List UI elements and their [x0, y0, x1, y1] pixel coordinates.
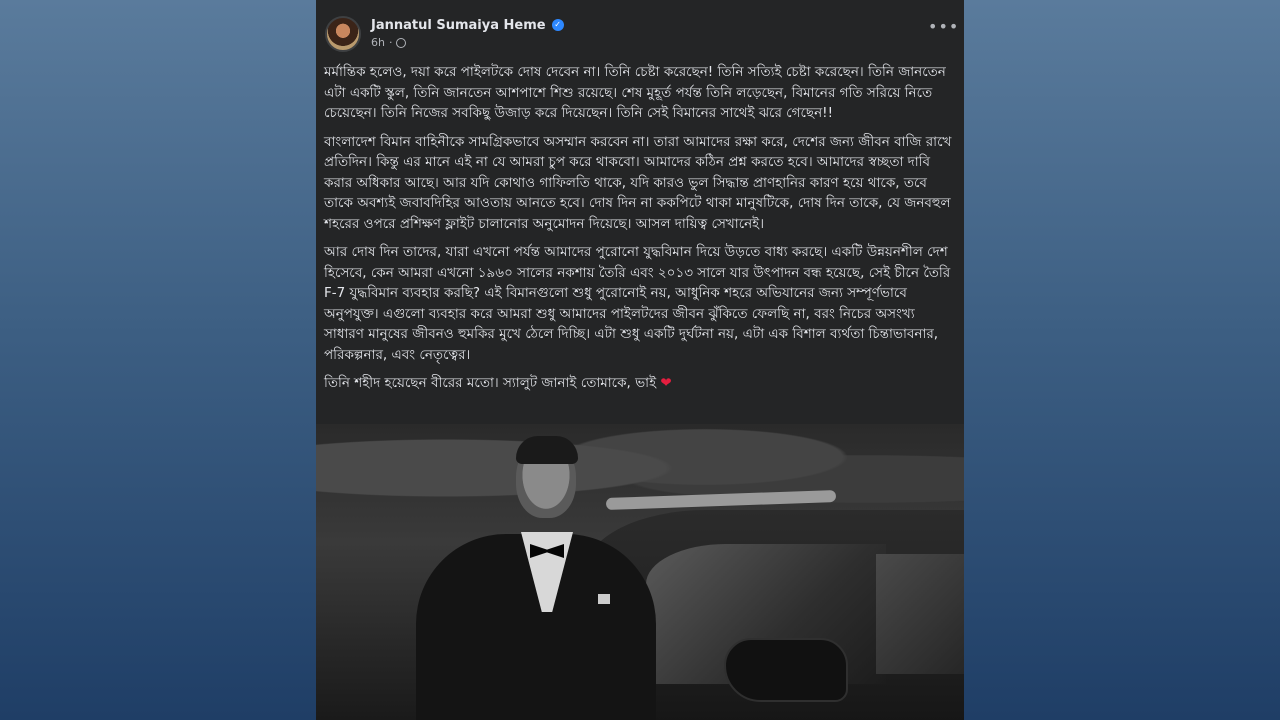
car-side-mirror [724, 638, 848, 702]
author-avatar[interactable] [325, 16, 361, 52]
author-name-row: Jannatul Sumaiya Heme ✓ [371, 16, 564, 34]
post-paragraph: আর দোষ দিন তাদের, যারা এখনো পর্যন্ত আমাদ… [324, 244, 951, 363]
post-body: মর্মান্তিক হলেও, দয়া করে পাইলটকে দোষ দে… [324, 62, 954, 402]
person-hair [516, 436, 578, 464]
post-photo[interactable] [316, 424, 964, 720]
post-paragraph-last: তিনি শহীদ হয়েছেন বীরের মতো। স্যালুট জান… [324, 373, 954, 394]
car-rear-window [876, 554, 964, 674]
pocket-square [598, 594, 610, 604]
post-header: Jannatul Sumaiya Heme ✓ 6h · ••• [316, 0, 964, 60]
author-name[interactable]: Jannatul Sumaiya Heme [371, 18, 546, 33]
more-options-button[interactable]: ••• [928, 19, 958, 40]
post-time[interactable]: 6h [371, 36, 385, 49]
separator-dot: · [388, 36, 393, 49]
globe-icon [396, 37, 407, 48]
closing-text: তিনি শহীদ হয়েছেন বীরের মতো। স্যালুট জান… [324, 375, 657, 391]
heart-emoji-icon: ❤ [660, 375, 672, 391]
post-paragraph: মর্মান্তিক হলেও, দয়া করে পাইলটকে দোষ দে… [324, 64, 946, 121]
facebook-post: Jannatul Sumaiya Heme ✓ 6h · ••• মর্মান্… [316, 0, 964, 720]
post-meta: 6h · [371, 36, 407, 49]
verified-badge-icon: ✓ [551, 19, 564, 31]
post-paragraph: বাংলাদেশ বিমান বাহিনীকে সামগ্রিকভাবে অসম… [324, 133, 952, 232]
